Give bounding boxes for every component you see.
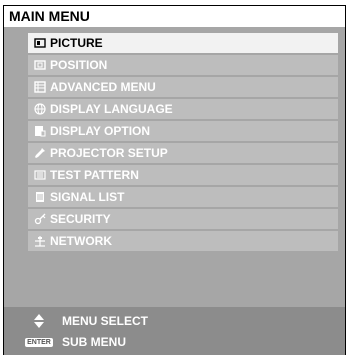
wrench-icon	[33, 146, 47, 160]
menu-select-label: MENU SELECT	[62, 314, 149, 328]
up-down-arrow-icon	[28, 314, 50, 328]
menu-item-projector-setup[interactable]: PROJECTOR SETUP	[28, 143, 338, 163]
main-menu-window: MAIN MENU PICTURE POSITION ADVANCED MENU	[3, 5, 346, 355]
enter-key-icon: ENTER	[25, 337, 53, 347]
menu-item-label: POSITION	[50, 58, 108, 72]
menu-item-network[interactable]: NETWORK	[28, 231, 338, 251]
menu-item-label: PICTURE	[50, 36, 103, 50]
menu-footer: MENU SELECT ENTER SUB MENU	[4, 307, 345, 355]
enter-key-label: ENTER	[25, 337, 53, 347]
menu-item-display-option[interactable]: DISPLAY OPTION	[28, 121, 338, 141]
menu-item-security[interactable]: SECURITY	[28, 209, 338, 229]
menu-item-label: PROJECTOR SETUP	[50, 146, 168, 160]
main-menu-list: PICTURE POSITION ADVANCED MENU DISPLAY L…	[28, 33, 338, 253]
key-icon	[33, 212, 47, 226]
test-pattern-icon	[33, 168, 47, 182]
sub-menu-label: SUB MENU	[62, 335, 127, 349]
menu-item-test-pattern[interactable]: TEST PATTERN	[28, 165, 338, 185]
menu-item-display-language[interactable]: DISPLAY LANGUAGE	[28, 99, 338, 119]
menu-item-label: ADVANCED MENU	[50, 80, 156, 94]
menu-item-position[interactable]: POSITION	[28, 55, 338, 75]
menu-panel: PICTURE POSITION ADVANCED MENU DISPLAY L…	[4, 27, 345, 307]
menu-item-label: DISPLAY OPTION	[50, 124, 151, 138]
menu-item-label: DISPLAY LANGUAGE	[50, 102, 173, 116]
menu-item-label: TEST PATTERN	[50, 168, 139, 182]
signal-list-icon	[33, 190, 47, 204]
advanced-menu-icon	[33, 80, 47, 94]
hint-sub-menu: ENTER SUB MENU	[25, 333, 127, 351]
globe-icon	[33, 102, 47, 116]
menu-item-label: NETWORK	[50, 234, 112, 248]
menu-title: MAIN MENU	[4, 6, 345, 26]
picture-icon	[33, 36, 47, 50]
display-option-icon	[33, 124, 47, 138]
menu-item-signal-list[interactable]: SIGNAL LIST	[28, 187, 338, 207]
menu-item-picture[interactable]: PICTURE	[28, 33, 338, 53]
hint-menu-select: MENU SELECT	[28, 312, 148, 330]
menu-item-label: SIGNAL LIST	[50, 190, 125, 204]
menu-item-advanced-menu[interactable]: ADVANCED MENU	[28, 77, 338, 97]
menu-item-label: SECURITY	[50, 212, 111, 226]
network-icon	[33, 234, 47, 248]
position-icon	[33, 58, 47, 72]
